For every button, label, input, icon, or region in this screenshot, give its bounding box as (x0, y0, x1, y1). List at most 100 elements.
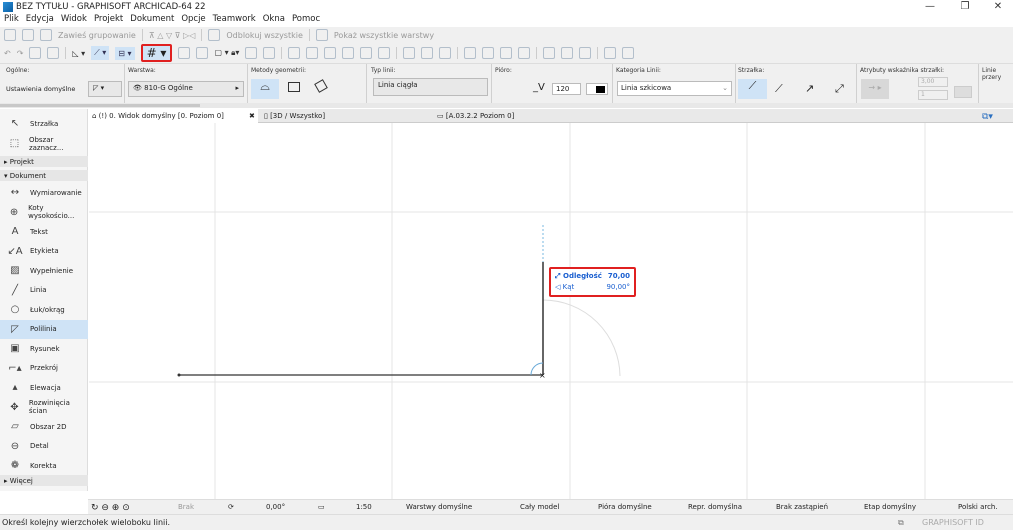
section-projekt[interactable]: ▸ Projekt (0, 156, 88, 167)
restore-button[interactable]: ❐ (955, 1, 975, 12)
graphisoft-id[interactable]: GRAPHISOFT ID (922, 518, 984, 527)
arrow-type-button[interactable]: → ▸ (861, 79, 889, 99)
arrow-both-button[interactable]: ⤢ (835, 82, 844, 96)
window-icon[interactable]: ⧉ (898, 518, 904, 528)
tab-3d[interactable]: ▯ [3D / Wszystko] (260, 109, 430, 123)
select-icon[interactable] (464, 47, 477, 59)
layout-icon[interactable] (196, 47, 209, 59)
bring-front-icon[interactable]: ⊼ △ ▽ ⊽ ▷◁ (149, 31, 196, 40)
menu-opcje[interactable]: Opcje (181, 14, 205, 27)
arrow-pen-input[interactable]: 1 (918, 90, 948, 100)
lock-element-icon[interactable]: ▢ ▾ 🔒︎▾ (214, 48, 239, 58)
group-icon[interactable] (4, 29, 16, 41)
polygon-method-button[interactable]: ⌓ (251, 79, 279, 99)
magic-wand-icon[interactable] (245, 47, 258, 59)
undo-icon[interactable]: ↶ (4, 49, 11, 58)
tool-worksheet[interactable]: ▱ Obszar 2D (0, 417, 88, 436)
linetype-selector[interactable]: Linia ciągła (373, 78, 488, 96)
house-icon[interactable] (579, 47, 592, 59)
floor-plan-drawing[interactable]: × (89, 123, 1013, 499)
layer-selector[interactable]: 👁︎ 810-G Ogólne ▸ (128, 81, 244, 97)
cut-icon[interactable] (561, 47, 574, 59)
arrow-pen-swatch[interactable] (954, 86, 972, 98)
undo-zoom[interactable]: Brak (178, 503, 194, 511)
edit-group-icon[interactable] (40, 29, 52, 41)
close-button[interactable]: ✕ (988, 1, 1008, 12)
grid-snap-icon[interactable]: # ▾ (140, 44, 173, 62)
angle-value[interactable]: 90,00° (606, 283, 630, 291)
explore-icon[interactable] (518, 47, 531, 59)
adjust-icon[interactable] (306, 47, 319, 59)
explode-icon[interactable] (403, 47, 416, 59)
arrow-end-button[interactable]: ↗ (805, 82, 814, 95)
rectangle-method-button[interactable] (288, 82, 300, 92)
tab-close-button[interactable]: ✖ (245, 109, 259, 123)
tool-interior-elevation[interactable]: ✥ Rozwinięcia ścian (0, 398, 88, 417)
menu-pomoc[interactable]: Pomoc (292, 14, 320, 27)
orbit-icon[interactable] (500, 47, 513, 59)
menu-plik[interactable]: Plik (4, 14, 19, 27)
drawing-canvas[interactable]: × (89, 123, 1013, 499)
zoom-icons[interactable]: ↻ ⊖ ⊕ ⊙ (91, 503, 130, 513)
tab-floor-plan[interactable]: ⌂ (!) 0. Widok domyślny [0. Poziom 0] (88, 109, 258, 123)
menu-teamwork[interactable]: Teamwork (213, 14, 256, 27)
guide-lines-icon[interactable]: ◺ ▾ (72, 49, 85, 58)
roof-icon[interactable] (378, 47, 391, 59)
unlock-all-button[interactable]: Odblokuj wszystkie (226, 31, 303, 40)
sun-icon[interactable] (622, 47, 635, 59)
layers-value[interactable]: Warstwy domyślne (406, 503, 472, 511)
trace-icon[interactable] (178, 47, 191, 59)
tool-label[interactable]: ↙A Etykieta (0, 242, 88, 261)
tool-arrow[interactable]: ↖ Strzałka (0, 114, 88, 133)
ungroup-icon[interactable] (22, 29, 34, 41)
category-dropdown[interactable]: Linia szkicowa ⌄ (617, 81, 732, 96)
suspend-groups-button[interactable]: Zawieś grupowanie (58, 31, 136, 40)
tool-change[interactable]: ❁ Korekta (0, 456, 88, 475)
representation-value[interactable]: Repr. domyślna (688, 503, 742, 511)
orientation-value[interactable]: 0,00° (266, 503, 285, 511)
distance-value[interactable]: 70,00 (608, 272, 630, 280)
infobox-scrollbar[interactable] (0, 103, 1013, 108)
tool-polyline[interactable]: ◸ Polilinia (0, 319, 88, 339)
fillet-icon[interactable] (342, 47, 355, 59)
render-icon[interactable] (604, 47, 617, 59)
pick-up-icon[interactable] (29, 47, 42, 59)
favorites-button[interactable]: ◸ ▾ (88, 81, 122, 97)
tool-drawing[interactable]: ▣ Rysunek (0, 339, 88, 358)
menu-widok[interactable]: Widok (61, 14, 87, 27)
intersect-icon[interactable] (324, 47, 337, 59)
show-all-layers-button[interactable]: Pokaż wszystkie warstwy (334, 31, 434, 40)
minimize-button[interactable]: — (920, 1, 940, 12)
tool-line[interactable]: ╱ Linia (0, 281, 88, 300)
arrow-start-button[interactable]: ⟋ (775, 82, 783, 96)
tab-menu-icon[interactable]: ⧉▾ (978, 109, 997, 123)
arrow-size-input[interactable]: 3,00 (918, 77, 948, 87)
cloud-icon[interactable] (421, 47, 434, 59)
offset-icon[interactable] (360, 47, 373, 59)
tab-layout[interactable]: ▭ [A.03.2.2 Poziom 0] (433, 109, 633, 123)
dimension-value[interactable]: Polski arch. (958, 503, 998, 511)
general-settings[interactable]: Ustawienia domyślne (6, 85, 75, 93)
view-icon[interactable] (263, 47, 276, 59)
section-more[interactable]: ▸ Więcej (0, 475, 88, 486)
gravity-icon[interactable]: ⊟ ▾ (115, 46, 135, 60)
tool-elevation[interactable]: ▴ Elewacja (0, 378, 88, 397)
redo-icon[interactable]: ↷ (17, 49, 24, 58)
lock-icon[interactable] (208, 29, 221, 41)
tool-detail[interactable]: ⊖ Detal (0, 437, 88, 456)
menu-projekt[interactable]: Projekt (94, 14, 123, 27)
tool-arc[interactable]: ○ Łuk/okrąg (0, 300, 88, 319)
menu-edycja[interactable]: Edycja (26, 14, 54, 27)
tool-section[interactable]: ⌐▴ Przekrój (0, 359, 88, 378)
split-icon[interactable] (288, 47, 301, 59)
override-value[interactable]: Brak zastąpień (776, 503, 828, 511)
walk-icon[interactable] (482, 47, 495, 59)
model-view-value[interactable]: Cały model (520, 503, 559, 511)
bimcloud-icon[interactable] (439, 47, 452, 59)
tool-dimension[interactable]: ↔ Wymiarowanie (0, 183, 88, 202)
inject-icon[interactable] (47, 47, 60, 59)
section-dokument[interactable]: ▾ Dokument (0, 170, 88, 181)
tool-marquee[interactable]: ⬚ Obszar zaznacz... (0, 134, 88, 153)
tool-fill[interactable]: ▨ Wypełnienie (0, 261, 88, 280)
pen-color-swatch[interactable] (586, 83, 608, 95)
